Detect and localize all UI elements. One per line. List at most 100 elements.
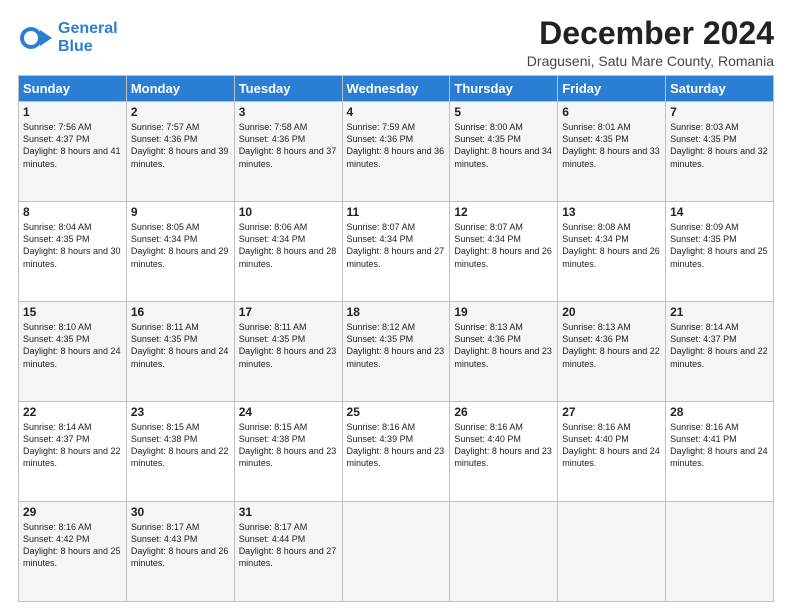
day-number: 16 — [131, 305, 230, 319]
sunrise-text: Sunrise: 8:15 AM — [131, 421, 230, 433]
cell-info: Sunrise: 8:14 AMSunset: 4:37 PMDaylight:… — [23, 421, 122, 470]
calendar-header-row: Sunday Monday Tuesday Wednesday Thursday… — [19, 76, 774, 102]
cell-info: Sunrise: 8:12 AMSunset: 4:35 PMDaylight:… — [347, 321, 446, 370]
sunrise-text: Sunrise: 8:06 AM — [239, 221, 338, 233]
day-number: 4 — [347, 105, 446, 119]
table-row: 25 Sunrise: 8:16 AMSunset: 4:39 PMDayligh… — [342, 402, 450, 502]
sunrise-text: Sunrise: 8:14 AM — [670, 321, 769, 333]
sunrise-text: Sunrise: 8:16 AM — [23, 521, 122, 533]
sunset-text: Sunset: 4:38 PM — [239, 433, 338, 445]
table-row: 21Sunrise: 8:14 AMSunset: 4:37 PMDayligh… — [666, 302, 774, 402]
header-saturday: Saturday — [666, 76, 774, 102]
cell-info: Sunrise: 8:15 AMSunset: 4:38 PMDaylight:… — [239, 421, 338, 470]
daylight-text: Daylight: 8 hours and 22 minutes. — [562, 345, 661, 369]
cell-info: Sunrise: 8:11 AMSunset: 4:35 PMDaylight:… — [131, 321, 230, 370]
sunset-text: Sunset: 4:37 PM — [670, 333, 769, 345]
table-row: 8Sunrise: 8:04 AMSunset: 4:35 PMDaylight… — [19, 202, 127, 302]
sunset-text: Sunset: 4:35 PM — [454, 133, 553, 145]
table-row: 14Sunrise: 8:09 AMSunset: 4:35 PMDayligh… — [666, 202, 774, 302]
day-number: 19 — [454, 305, 553, 319]
sunrise-text: Sunrise: 8:09 AM — [670, 221, 769, 233]
daylight-text: Daylight: 8 hours and 23 minutes. — [454, 345, 553, 369]
page-header: General Blue December 2024 Draguseni, Sa… — [18, 16, 774, 69]
table-row: 13Sunrise: 8:08 AMSunset: 4:34 PMDayligh… — [558, 202, 666, 302]
table-row: 30Sunrise: 8:17 AMSunset: 4:43 PMDayligh… — [126, 502, 234, 602]
daylight-text: Daylight: 8 hours and 23 minutes. — [239, 445, 338, 469]
cell-info: Sunrise: 8:07 AMSunset: 4:34 PMDaylight:… — [347, 221, 446, 270]
sunrise-text: Sunrise: 8:16 AM — [454, 421, 553, 433]
daylight-text: Daylight: 8 hours and 34 minutes. — [454, 145, 553, 169]
day-number: 25 — [347, 405, 446, 419]
day-number: 10 — [239, 205, 338, 219]
day-number: 22 — [23, 405, 122, 419]
sunset-text: Sunset: 4:38 PM — [131, 433, 230, 445]
table-row: 5Sunrise: 8:00 AMSunset: 4:35 PMDaylight… — [450, 102, 558, 202]
header-wednesday: Wednesday — [342, 76, 450, 102]
sunset-text: Sunset: 4:34 PM — [454, 233, 553, 245]
daylight-text: Daylight: 8 hours and 41 minutes. — [23, 145, 122, 169]
table-row: 10 Sunrise: 8:06 AMSunset: 4:34 PMDayligh… — [234, 202, 342, 302]
sunset-text: Sunset: 4:34 PM — [239, 233, 338, 245]
day-number: 27 — [562, 405, 661, 419]
sunset-text: Sunset: 4:34 PM — [131, 233, 230, 245]
day-number: 2 — [131, 105, 230, 119]
header-monday: Monday — [126, 76, 234, 102]
sunset-text: Sunset: 4:41 PM — [670, 433, 769, 445]
table-row: 31Sunrise: 8:17 AMSunset: 4:44 PMDayligh… — [234, 502, 342, 602]
cell-info: Sunrise: 8:08 AMSunset: 4:34 PMDaylight:… — [562, 221, 661, 270]
sunrise-text: Sunrise: 8:16 AM — [562, 421, 661, 433]
cell-info: Sunrise: 8:00 AMSunset: 4:35 PMDaylight:… — [454, 121, 553, 170]
day-number: 12 — [454, 205, 553, 219]
day-number: 8 — [23, 205, 122, 219]
sunrise-text: Sunrise: 8:16 AM — [347, 421, 446, 433]
table-row: 20Sunrise: 8:13 AMSunset: 4:36 PMDayligh… — [558, 302, 666, 402]
sunrise-text: Sunrise: 7:57 AM — [131, 121, 230, 133]
cell-info: Sunrise: 8:16 AMSunset: 4:42 PMDaylight:… — [23, 521, 122, 570]
cell-info: Sunrise: 8:06 AMSunset: 4:34 PMDaylight:… — [239, 221, 338, 270]
cell-info: Sunrise: 8:03 AMSunset: 4:35 PMDaylight:… — [670, 121, 769, 170]
sunset-text: Sunset: 4:35 PM — [562, 133, 661, 145]
cell-info: Sunrise: 8:15 AMSunset: 4:38 PMDaylight:… — [131, 421, 230, 470]
cell-info: Sunrise: 8:13 AMSunset: 4:36 PMDaylight:… — [454, 321, 553, 370]
sunset-text: Sunset: 4:36 PM — [454, 333, 553, 345]
daylight-text: Daylight: 8 hours and 27 minutes. — [347, 245, 446, 269]
daylight-text: Daylight: 8 hours and 39 minutes. — [131, 145, 230, 169]
daylight-text: Daylight: 8 hours and 23 minutes. — [239, 345, 338, 369]
sunrise-text: Sunrise: 7:56 AM — [23, 121, 122, 133]
sunrise-text: Sunrise: 8:15 AM — [239, 421, 338, 433]
sunset-text: Sunset: 4:34 PM — [347, 233, 446, 245]
daylight-text: Daylight: 8 hours and 24 minutes. — [131, 345, 230, 369]
sunrise-text: Sunrise: 8:11 AM — [131, 321, 230, 333]
cell-info: Sunrise: 8:11 AMSunset: 4:35 PMDaylight:… — [239, 321, 338, 370]
sunrise-text: Sunrise: 8:05 AM — [131, 221, 230, 233]
cell-info: Sunrise: 8:16 AMSunset: 4:39 PMDaylight:… — [347, 421, 446, 470]
sunset-text: Sunset: 4:36 PM — [562, 333, 661, 345]
table-row: 22 Sunrise: 8:14 AMSunset: 4:37 PMDayligh… — [19, 402, 127, 502]
sunrise-text: Sunrise: 8:07 AM — [347, 221, 446, 233]
table-row: 2Sunrise: 7:57 AMSunset: 4:36 PMDaylight… — [126, 102, 234, 202]
day-number: 23 — [131, 405, 230, 419]
daylight-text: Daylight: 8 hours and 27 minutes. — [239, 545, 338, 569]
sunset-text: Sunset: 4:36 PM — [347, 133, 446, 145]
cell-info: Sunrise: 7:56 AMSunset: 4:37 PMDaylight:… — [23, 121, 122, 170]
sunset-text: Sunset: 4:40 PM — [454, 433, 553, 445]
sunset-text: Sunset: 4:39 PM — [347, 433, 446, 445]
cell-info: Sunrise: 8:14 AMSunset: 4:37 PMDaylight:… — [670, 321, 769, 370]
table-row: 27Sunrise: 8:16 AMSunset: 4:40 PMDayligh… — [558, 402, 666, 502]
day-number: 11 — [347, 205, 446, 219]
table-row: 9Sunrise: 8:05 AMSunset: 4:34 PMDaylight… — [126, 202, 234, 302]
table-row — [450, 502, 558, 602]
sunset-text: Sunset: 4:37 PM — [23, 433, 122, 445]
daylight-text: Daylight: 8 hours and 23 minutes. — [454, 445, 553, 469]
sunset-text: Sunset: 4:35 PM — [670, 133, 769, 145]
daylight-text: Daylight: 8 hours and 24 minutes. — [23, 345, 122, 369]
logo-line1: General — [58, 20, 118, 38]
sunrise-text: Sunrise: 8:16 AM — [670, 421, 769, 433]
location: Draguseni, Satu Mare County, Romania — [527, 53, 774, 69]
day-number: 18 — [347, 305, 446, 319]
header-thursday: Thursday — [450, 76, 558, 102]
table-row: 19 Sunrise: 8:13 AMSunset: 4:36 PMDayligh… — [450, 302, 558, 402]
sunset-text: Sunset: 4:35 PM — [239, 333, 338, 345]
daylight-text: Daylight: 8 hours and 25 minutes. — [23, 545, 122, 569]
daylight-text: Daylight: 8 hours and 24 minutes. — [670, 445, 769, 469]
